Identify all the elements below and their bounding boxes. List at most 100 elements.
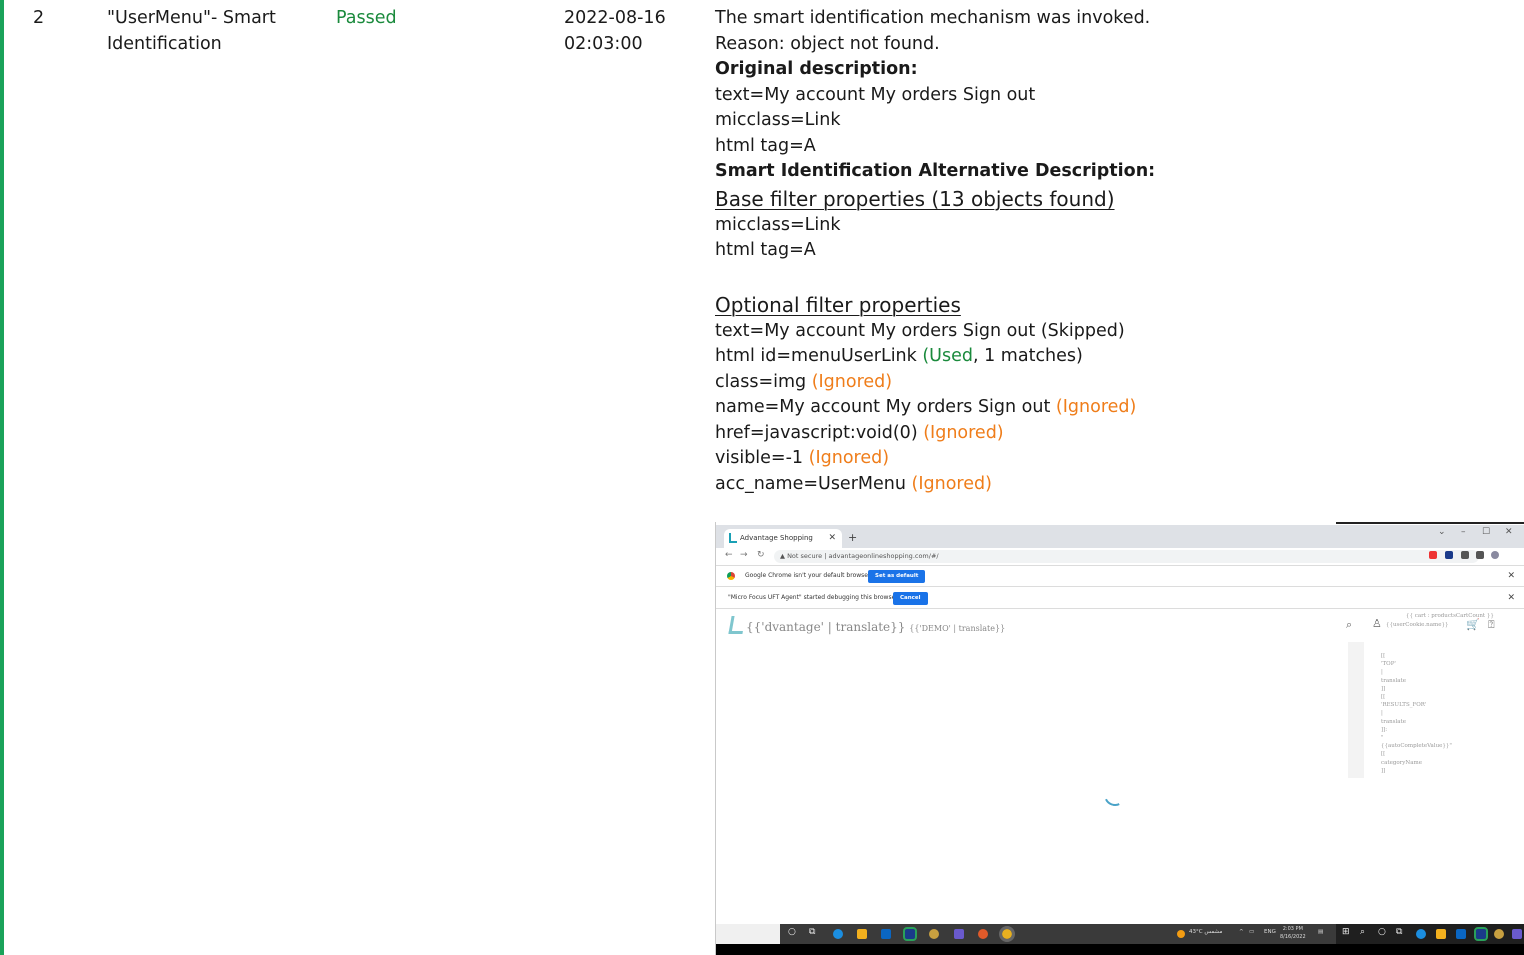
site-name: {{'dvantage' | translate}}	[746, 620, 906, 634]
base-filter-heading: Base filter properties (13 objects found…	[715, 186, 1115, 211]
extension-icon	[1429, 551, 1437, 559]
step-number: 2	[33, 8, 45, 28]
ignored-tag: (Ignored)	[1055, 397, 1137, 417]
weather-text: 43°C مشمس	[1189, 929, 1223, 935]
step-timestamp: 2022-08-16 02:03:00	[564, 6, 694, 57]
optional-prop: name=My account My orders Sign out (Igno…	[715, 395, 1515, 421]
clock-date: 8/16/2022	[1280, 934, 1306, 940]
tray-chevron-icon: ^	[1239, 929, 1244, 935]
url-text: advantageonlineshopping.com/#/	[828, 552, 939, 560]
edge-icon	[833, 929, 843, 939]
file-explorer-icon	[1436, 929, 1446, 939]
search-icon: ○	[788, 927, 796, 937]
set-default-button: Set as default	[868, 570, 926, 583]
infobar-text: "Micro Focus UFT Agent" started debuggin…	[728, 594, 898, 601]
step-name: "UserMenu"- Smart Identification	[107, 6, 317, 57]
cart-icon: 🛒	[1466, 618, 1480, 631]
prop-text: href=javascript:void(0)	[715, 422, 924, 443]
original-prop: html tag=A	[715, 135, 816, 156]
outlook-icon	[1456, 929, 1466, 939]
site-favicon-icon	[729, 533, 737, 543]
url-field: ▲ Not secure | advantageonlineshopping.c…	[774, 550, 1479, 563]
close-icon: ✕	[828, 533, 836, 543]
address-bar: ← → ↻ ▲ Not secure | advantageonlineshop…	[716, 548, 1524, 566]
debugging-infobar: "Micro Focus UFT Agent" started debuggin…	[716, 587, 1524, 609]
optional-prop: html id=menuUserLink (Used, 1 matches)	[715, 344, 1515, 370]
puzzle-icon	[1461, 551, 1469, 559]
optional-prop: class=img (Ignored)	[715, 370, 1515, 396]
app-icon	[929, 929, 939, 939]
extension-icon	[1445, 551, 1453, 559]
notification-icon: ▤	[1318, 929, 1324, 935]
optional-filter-heading: Optional filter properties	[715, 292, 961, 317]
forward-icon: →	[740, 550, 748, 560]
user-name-template: {{userCookie.name}}	[1386, 622, 1449, 628]
default-browser-infobar: Google Chrome isn't your default browser…	[716, 565, 1524, 587]
site-demo: {{'DEMO' | translate}}	[909, 624, 1006, 633]
close-icon: ✕	[1507, 593, 1515, 603]
search-dropdown-template: [[ 'TOP' | translate ]] [[ 'RESULTS_FOR'…	[1381, 653, 1452, 774]
chrome-icon	[999, 926, 1015, 942]
task-view-icon: ⧉	[1396, 927, 1403, 937]
weather-icon	[1177, 930, 1185, 938]
outlook-icon	[881, 929, 891, 939]
step-details: The smart identification mechanism was i…	[715, 6, 1515, 497]
site-logo-icon	[728, 616, 746, 634]
original-description-heading: Original description:	[715, 59, 918, 79]
step-screenshot[interactable]: Advantage Shopping ✕ + ⌄ – ☐ ✕ ← → ↻ ▲ N…	[715, 522, 1524, 955]
app-icon	[903, 927, 917, 941]
cortana-icon: ○	[1378, 927, 1386, 937]
optional-prop: acc_name=UserMenu (Ignored)	[715, 472, 1515, 498]
app-icon	[1474, 927, 1488, 941]
language-indicator: ENG	[1264, 929, 1276, 935]
base-prop: micclass=Link	[715, 214, 841, 235]
start-icon: ⊞	[1342, 927, 1350, 937]
step-status: Passed	[336, 8, 397, 28]
step-name-line1: "UserMenu"- Smart	[107, 8, 276, 28]
chevron-down-icon: ⌄	[1438, 527, 1446, 537]
ignored-tag: (Ignored)	[811, 371, 893, 392]
close-icon: ✕	[1507, 571, 1515, 581]
network-icon: ▭	[1249, 929, 1255, 935]
not-secure-label: ▲ Not secure	[780, 552, 823, 560]
optional-prop: text=My account My orders Sign out (Skip…	[715, 320, 1125, 341]
optional-prop: visible=-1 (Ignored)	[715, 446, 1515, 472]
prop-text: name=My account My orders Sign out	[715, 397, 1056, 417]
ignored-tag: (Ignored)	[923, 422, 1004, 443]
site-title: {{'dvantage' | translate}} {{'DEMO' | tr…	[746, 620, 1005, 634]
screenshot-bottom-edge	[716, 944, 1524, 955]
cart-count-template: {{ cart : productsCartCount }}	[1406, 613, 1494, 619]
search-icon: ⌕	[1346, 618, 1353, 631]
original-prop: micclass=Link	[715, 110, 841, 130]
details-line: The smart identification mechanism was i…	[715, 8, 1151, 28]
prop-text: acc_name=UserMenu	[715, 473, 912, 494]
used-tag: (Used	[922, 346, 973, 366]
maximize-icon: ☐	[1482, 527, 1491, 537]
help-icon: ⍰	[1488, 618, 1495, 631]
app-icon	[1512, 929, 1522, 939]
edge-icon	[1416, 929, 1426, 939]
step-date: 2022-08-16	[564, 8, 666, 28]
taskbar-gap	[716, 924, 780, 944]
loading-spinner-icon	[1100, 780, 1130, 810]
alternative-description-heading: Smart Identification Alternative Descrip…	[715, 161, 1156, 181]
taskbar: ○ ⧉ 43°C مشمس ^ ▭ ENG 2:03 PM 8/16/2022 …	[716, 924, 1336, 944]
app-icon	[1494, 929, 1504, 939]
prop-text: visible=-1	[715, 448, 809, 468]
task-view-icon: ⧉	[809, 927, 816, 937]
sidepanel-icon	[1476, 551, 1484, 559]
details-line: Reason: object not found.	[715, 33, 940, 54]
file-explorer-icon	[857, 929, 867, 939]
reload-icon: ↻	[757, 550, 765, 560]
app-icon	[954, 929, 964, 939]
row-status-bar	[0, 0, 4, 955]
app-icon	[978, 929, 988, 939]
browser-tab-bar: Advantage Shopping ✕ + ⌄ – ☐ ✕	[716, 525, 1524, 548]
ignored-tag: (Ignored)	[808, 448, 890, 468]
user-icon: ♙	[1372, 617, 1382, 630]
chrome-icon	[727, 572, 735, 580]
taskbar-secondary: ⊞ ⌕ ○ ⧉	[1336, 924, 1524, 944]
new-tab-icon: +	[848, 531, 858, 544]
prop-text: , 1 matches)	[972, 346, 1083, 366]
prop-text: class=img	[715, 371, 812, 392]
